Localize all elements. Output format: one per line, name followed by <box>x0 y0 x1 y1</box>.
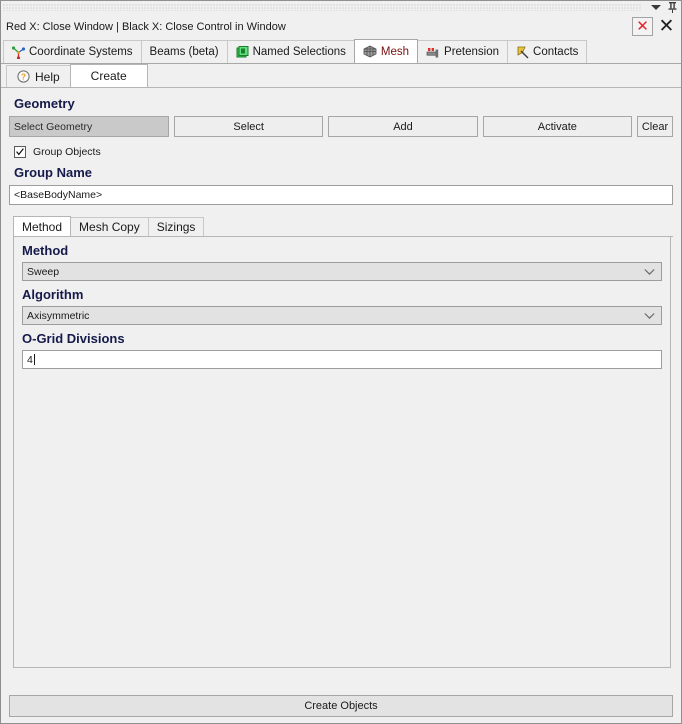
tab-named-selections[interactable]: Named Selections <box>226 40 355 63</box>
help-icon: ? <box>17 70 30 83</box>
hint-bar: Red X: Close Window | Black X: Close Con… <box>1 14 681 39</box>
clear-geometry-button[interactable]: Clear <box>636 116 673 137</box>
tab-beams-beta[interactable]: Beams (beta) <box>140 40 228 63</box>
geometry-row: Select Geometry Select Add Activate Clea… <box>9 116 673 137</box>
check-icon <box>16 148 24 156</box>
tab-label: Named Selections <box>252 46 346 58</box>
sub-tab-bar: ? Help Create <box>1 64 681 88</box>
method-panel-body: Method Sweep Algorithm Axisymmetric O-Gr… <box>13 237 671 668</box>
tab-contacts[interactable]: Contacts <box>507 40 588 63</box>
close-control-button[interactable]: ✕ <box>656 17 677 36</box>
caret-down-icon[interactable] <box>651 5 661 10</box>
algorithm-label: Algorithm <box>22 287 84 302</box>
innertab-mesh-copy[interactable]: Mesh Copy <box>70 217 149 236</box>
mesh-icon <box>363 45 377 58</box>
algorithm-select-value: Axisymmetric <box>27 309 90 322</box>
tab-label: Coordinate Systems <box>29 46 133 58</box>
group-objects-checkbox[interactable] <box>14 146 26 158</box>
group-name-heading: Group Name <box>14 165 93 180</box>
method-label: Method <box>22 243 69 258</box>
close-window-button[interactable]: ✕ <box>632 17 653 36</box>
coordinate-systems-icon <box>12 45 25 59</box>
window-title-strip <box>1 1 681 14</box>
chevron-down-icon <box>644 312 655 319</box>
create-objects-button[interactable]: Create Objects <box>9 695 673 717</box>
select-geometry-button[interactable]: Select <box>174 116 324 137</box>
ogrid-divisions-label: O-Grid Divisions <box>22 331 125 346</box>
method-select[interactable]: Sweep <box>22 262 662 281</box>
chevron-down-icon <box>644 268 655 275</box>
subtab-create[interactable]: Create <box>69 64 148 87</box>
panel-footer: Create Objects <box>1 691 681 723</box>
tab-label: Pretension <box>444 46 500 58</box>
svg-text:?: ? <box>21 72 26 82</box>
contacts-icon <box>516 46 529 59</box>
subtab-help[interactable]: ? Help <box>6 65 71 87</box>
tab-pretension[interactable]: Pretension <box>417 40 509 63</box>
ribbon-tab-bar: Coordinate Systems Beams (beta) Named Se… <box>1 39 681 64</box>
group-objects-row[interactable]: Group Objects <box>14 146 673 158</box>
tab-coordinate-systems[interactable]: Coordinate Systems <box>3 40 142 63</box>
tool-window: Red X: Close Window | Black X: Close Con… <box>0 0 682 724</box>
tab-mesh[interactable]: Mesh <box>353 39 419 63</box>
create-panel: Geometry Select Geometry Select Add Acti… <box>1 88 681 691</box>
pin-icon[interactable] <box>668 2 677 13</box>
activate-geometry-button[interactable]: Activate <box>482 116 632 137</box>
pretension-icon <box>426 46 440 59</box>
method-tab-bar: Method Mesh Copy Sizings <box>13 216 673 237</box>
algorithm-select[interactable]: Axisymmetric <box>22 306 662 325</box>
selected-geometry-field[interactable]: Select Geometry <box>9 116 169 137</box>
ogrid-divisions-input[interactable]: 4 <box>22 350 662 369</box>
named-selections-icon <box>236 45 249 59</box>
tab-label: Mesh <box>380 45 410 58</box>
geometry-heading: Geometry <box>14 96 75 111</box>
group-objects-label: Group Objects <box>33 146 101 158</box>
drag-grip[interactable] <box>3 4 641 11</box>
hint-text: Red X: Close Window | Black X: Close Con… <box>6 20 286 33</box>
method-select-value: Sweep <box>27 265 60 278</box>
group-name-input[interactable]: <BaseBodyName> <box>9 185 673 205</box>
subtab-label: Create <box>90 69 127 83</box>
add-geometry-button[interactable]: Add <box>328 116 478 137</box>
subtab-label: Help <box>35 69 60 84</box>
innertab-method[interactable]: Method <box>13 216 72 236</box>
tab-label: Contacts <box>533 46 579 58</box>
tab-label: Beams (beta) <box>149 46 219 58</box>
innertab-sizings[interactable]: Sizings <box>147 217 205 236</box>
